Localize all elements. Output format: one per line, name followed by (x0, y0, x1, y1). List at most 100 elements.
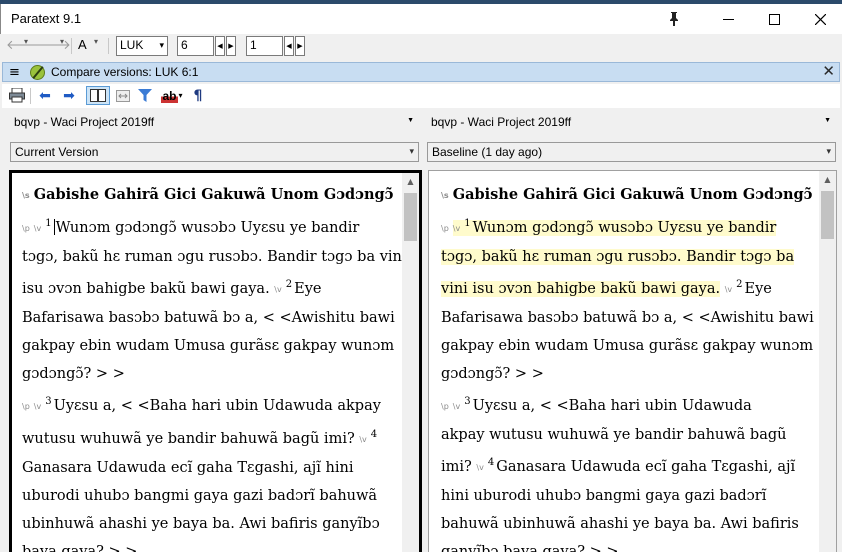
verse-marker: \v (724, 285, 733, 294)
chapter-prev-button[interactable]: ◀ (215, 36, 225, 56)
verse-text: gakpay ebin wudam Umusa gurãsɛ gakpay wu… (441, 338, 814, 354)
verse-line: gɔdɔngɔ̃? > > (22, 360, 407, 388)
right-text-pane[interactable]: \s Gabishe Gahirã Gici Gakuwã Unom Gɔdɔng… (428, 170, 837, 552)
compare-versions-icon (30, 65, 45, 80)
right-project-name: bqvp - Waci Project 2019ff (431, 115, 572, 129)
verse-number: 1 (464, 218, 471, 229)
verse-marker: \v (476, 463, 484, 472)
verse-text: baya gaya? > > (22, 544, 138, 552)
scroll-thumb[interactable] (821, 191, 834, 239)
hamburger-menu-icon[interactable]: ≡ (9, 65, 20, 80)
verse-line: \p \v 1 Wunɔm gɔdɔngɔ̃ wusɔbɔ Uyɛsu ye band… (22, 210, 407, 243)
window-title: Paratext 9.1 (11, 11, 82, 26)
left-text-pane[interactable]: \s Gabishe Gahirã Gici Gakuwã Unom Gɔdɔng… (9, 170, 422, 552)
verse-text: gakpay ebin wudam Umusa gurãsɛ gakpay wu… (22, 338, 395, 354)
verse-text: vini isu ɔvɔn bahigbe bakũ bawi gaya. (441, 281, 721, 297)
right-verse-lines: \p \v 1 Wunɔm gɔdɔngɔ̃ wusɔbɔ Uyɛsu ye band… (441, 210, 814, 552)
verse-text: gɔdɔngɔ̃? > > (22, 366, 125, 382)
verse-line: wutusu wuhuwã ye bandir bahuwã bagũ imi?… (22, 421, 407, 454)
back-dropdown-icon[interactable]: ▾ (24, 37, 28, 46)
section-marker: \s (441, 191, 449, 200)
verse-line: Ganasara Udawuda ecĩ gaha Tɛgashi, ajĩ h… (22, 454, 407, 482)
right-project-select[interactable]: bqvp - Waci Project 2019ff ▼ (427, 112, 837, 132)
verse-marker: \v (359, 435, 367, 444)
verse-marker: \v (33, 224, 42, 233)
verse-line: isu ɔvɔn bahigbe bakũ bawi gaya. \v 2 Eye (22, 271, 407, 304)
verse-text: Uyɛsu a, < <Baha hari ubin Udawuda (472, 398, 752, 414)
verse-line: bahuwã ubinhuwã ahashi ye baya ba. Awi b… (441, 510, 814, 538)
verse-number: 4 (370, 429, 378, 440)
verse-segment: \v 3 Uyɛsu a, < <Baha hari ubin Udawuda (452, 396, 752, 414)
font-size-button[interactable]: A (78, 37, 87, 52)
verse-input[interactable]: 1 (246, 36, 283, 56)
right-text-content[interactable]: \s Gabishe Gahirã Gici Gakuwã Unom Gɔdɔng… (441, 181, 814, 552)
verse-marker: \v (452, 402, 461, 411)
left-scrollbar[interactable]: ▲ (402, 173, 419, 552)
arrow-right-icon: ➡ (63, 87, 75, 104)
show-markers-button[interactable]: ¶ (190, 86, 206, 105)
paragraph-marker: \p (22, 402, 30, 411)
verse-text: imi? (441, 459, 472, 475)
scroll-up-icon[interactable]: ▲ (402, 173, 419, 190)
forward-dropdown-icon[interactable]: ▾ (60, 37, 64, 46)
chapter-next-button[interactable]: ▶ (226, 36, 236, 56)
verse-line: akpay wutusu wuhuwã ye bandir bahuwã bag… (441, 421, 814, 449)
verse-text: Eye (294, 281, 322, 297)
verse-marker: \v (452, 224, 461, 233)
previous-difference-button[interactable]: ⬅ (36, 86, 54, 105)
verse-prev-button[interactable]: ◀ (284, 36, 294, 56)
verse-segment: \v 1 Wunɔm gɔdɔngɔ̃ wusɔbɔ Uyɛsu ye bandir (452, 218, 777, 236)
verse-text: Wunɔm gɔdɔngɔ̃ wusɔbɔ Uyɛsu ye bandir (472, 220, 777, 236)
triangle-down-icon: ▼ (407, 117, 414, 124)
verse-marker: \v (33, 402, 42, 411)
text-cursor (53, 219, 55, 235)
section-heading: \s Gabishe Gahirã Gici Gakuwã Unom Gɔdɔng… (441, 181, 814, 210)
left-version-select[interactable]: Current Version ▾ (10, 142, 419, 162)
side-by-side-view-button[interactable] (86, 86, 110, 105)
close-window-button[interactable] (797, 4, 842, 34)
chevron-down-icon: ▾ (826, 146, 831, 156)
chevron-down-icon: ▾ (159, 40, 164, 50)
font-dropdown-icon[interactable]: ▾ (94, 37, 98, 46)
section-heading: \s Gabishe Gahirã Gici Gakuwã Unom Gɔdɔng… (22, 181, 407, 210)
compare-toolbar: ⬅ ➡ ab ▾ ¶ (2, 84, 840, 108)
print-button[interactable] (8, 86, 26, 105)
maximize-button[interactable] (751, 4, 797, 34)
verse-text: Bafarisawa basɔbɔ batuwã bɔ a, < <Awishi… (22, 310, 395, 326)
collapse-view-button[interactable] (114, 86, 132, 105)
left-verse-lines: \p \v 1 Wunɔm gɔdɔngɔ̃ wusɔbɔ Uyɛsu ye band… (22, 210, 407, 552)
close-panel-button[interactable]: ✕ (822, 62, 835, 80)
chevron-down-icon: ▾ (178, 91, 183, 100)
verse-text: wutusu wuhuwã ye bandir bahuwã bagũ imi? (22, 431, 355, 447)
verse-number: 2 (285, 279, 293, 290)
verse-line: tɔgɔ, bakũ hɛ ruman ɔgu rusɔbɔ. Bandir t… (22, 243, 407, 271)
next-difference-button[interactable]: ➡ (60, 86, 78, 105)
verse-text: ganyĩbɔ baya gaya? > > (441, 544, 619, 552)
chapter-input[interactable]: 6 (177, 36, 214, 56)
toolbar-separator (71, 38, 72, 54)
spell-check-button[interactable]: ab ▾ (158, 86, 186, 105)
minimize-button[interactable] (705, 4, 751, 34)
verse-text: isu ɔvɔn bahigbe bakũ bawi gaya. (22, 281, 270, 297)
right-version-select[interactable]: Baseline (1 day ago) ▾ (427, 142, 836, 162)
left-project-select[interactable]: bqvp - Waci Project 2019ff ▼ (10, 112, 420, 132)
verse-marker: \v (274, 285, 282, 294)
section-heading-text: Gabishe Gahirã Gici Gakuwã Unom Gɔdɔngɔ̃ (452, 186, 813, 203)
verse-line: hini uburodi uhubɔ bangmi gaya gazi badɔ… (441, 482, 814, 510)
scroll-thumb[interactable] (404, 193, 417, 241)
right-version-value: Baseline (1 day ago) (432, 145, 543, 159)
pin-icon (670, 12, 678, 26)
right-scrollbar[interactable]: ▲ (819, 171, 836, 552)
triangle-left-icon: ◀ (286, 42, 292, 50)
verse-text: Bafarisawa basɔbɔ batuwã bɔ a, < <Awishi… (441, 310, 814, 326)
verse-line: Bafarisawa basɔbɔ batuwã bɔ a, < <Awishi… (441, 304, 814, 332)
scroll-up-icon[interactable]: ▲ (819, 171, 836, 188)
filter-button[interactable] (136, 86, 154, 105)
minimize-icon (722, 18, 734, 20)
pin-button[interactable] (651, 4, 697, 34)
book-select[interactable]: LUK ▾ (116, 36, 168, 56)
verse-text: uburodi uhubɔ bangmi gaya gazi badɔrĩ ba… (22, 488, 378, 504)
left-text-content[interactable]: \s Gabishe Gahirã Gici Gakuwã Unom Gɔdɔng… (22, 181, 407, 552)
forward-arrow-icon[interactable]: 🡒 (36, 37, 71, 53)
verse-next-button[interactable]: ▶ (295, 36, 305, 56)
